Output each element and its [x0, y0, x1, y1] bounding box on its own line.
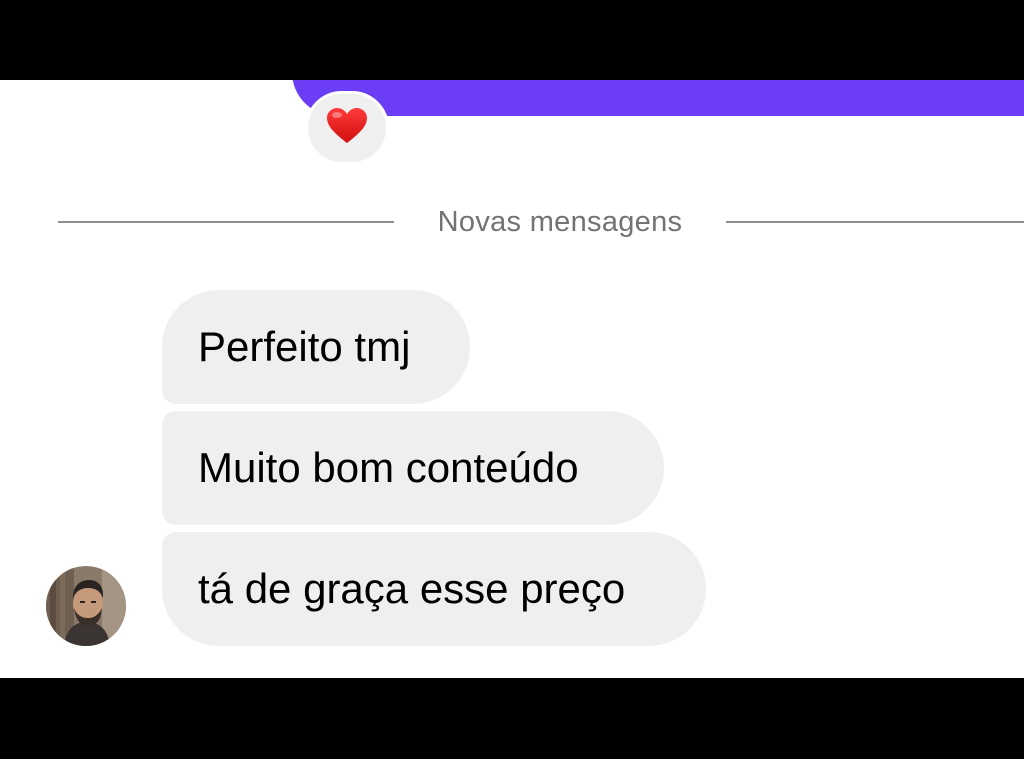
message-text: tá de graça esse preço	[198, 565, 626, 612]
received-message[interactable]: Muito bom conteúdo	[162, 411, 664, 525]
message-text: Perfeito tmj	[198, 323, 411, 370]
sent-message-bubble[interactable]	[292, 80, 1024, 116]
chat-thread[interactable]: Novas mensagens Perfeito tmj Muito bom c…	[0, 80, 1024, 678]
user-avatar-icon	[46, 566, 126, 646]
received-message[interactable]: Perfeito tmj	[162, 290, 470, 404]
received-message[interactable]: tá de graça esse preço	[162, 532, 706, 646]
letterbox-top	[0, 0, 1024, 80]
message-text: Muito bom conteúdo	[198, 444, 579, 491]
sender-avatar[interactable]	[46, 566, 126, 646]
new-messages-label: Novas mensagens	[437, 206, 683, 238]
new-messages-divider: Novas mensagens	[58, 202, 1024, 242]
divider-line-right	[726, 221, 1024, 223]
message-reaction[interactable]	[305, 91, 389, 165]
divider-line-left	[58, 221, 394, 223]
heart-icon	[326, 107, 368, 150]
letterbox-bottom	[0, 678, 1024, 759]
